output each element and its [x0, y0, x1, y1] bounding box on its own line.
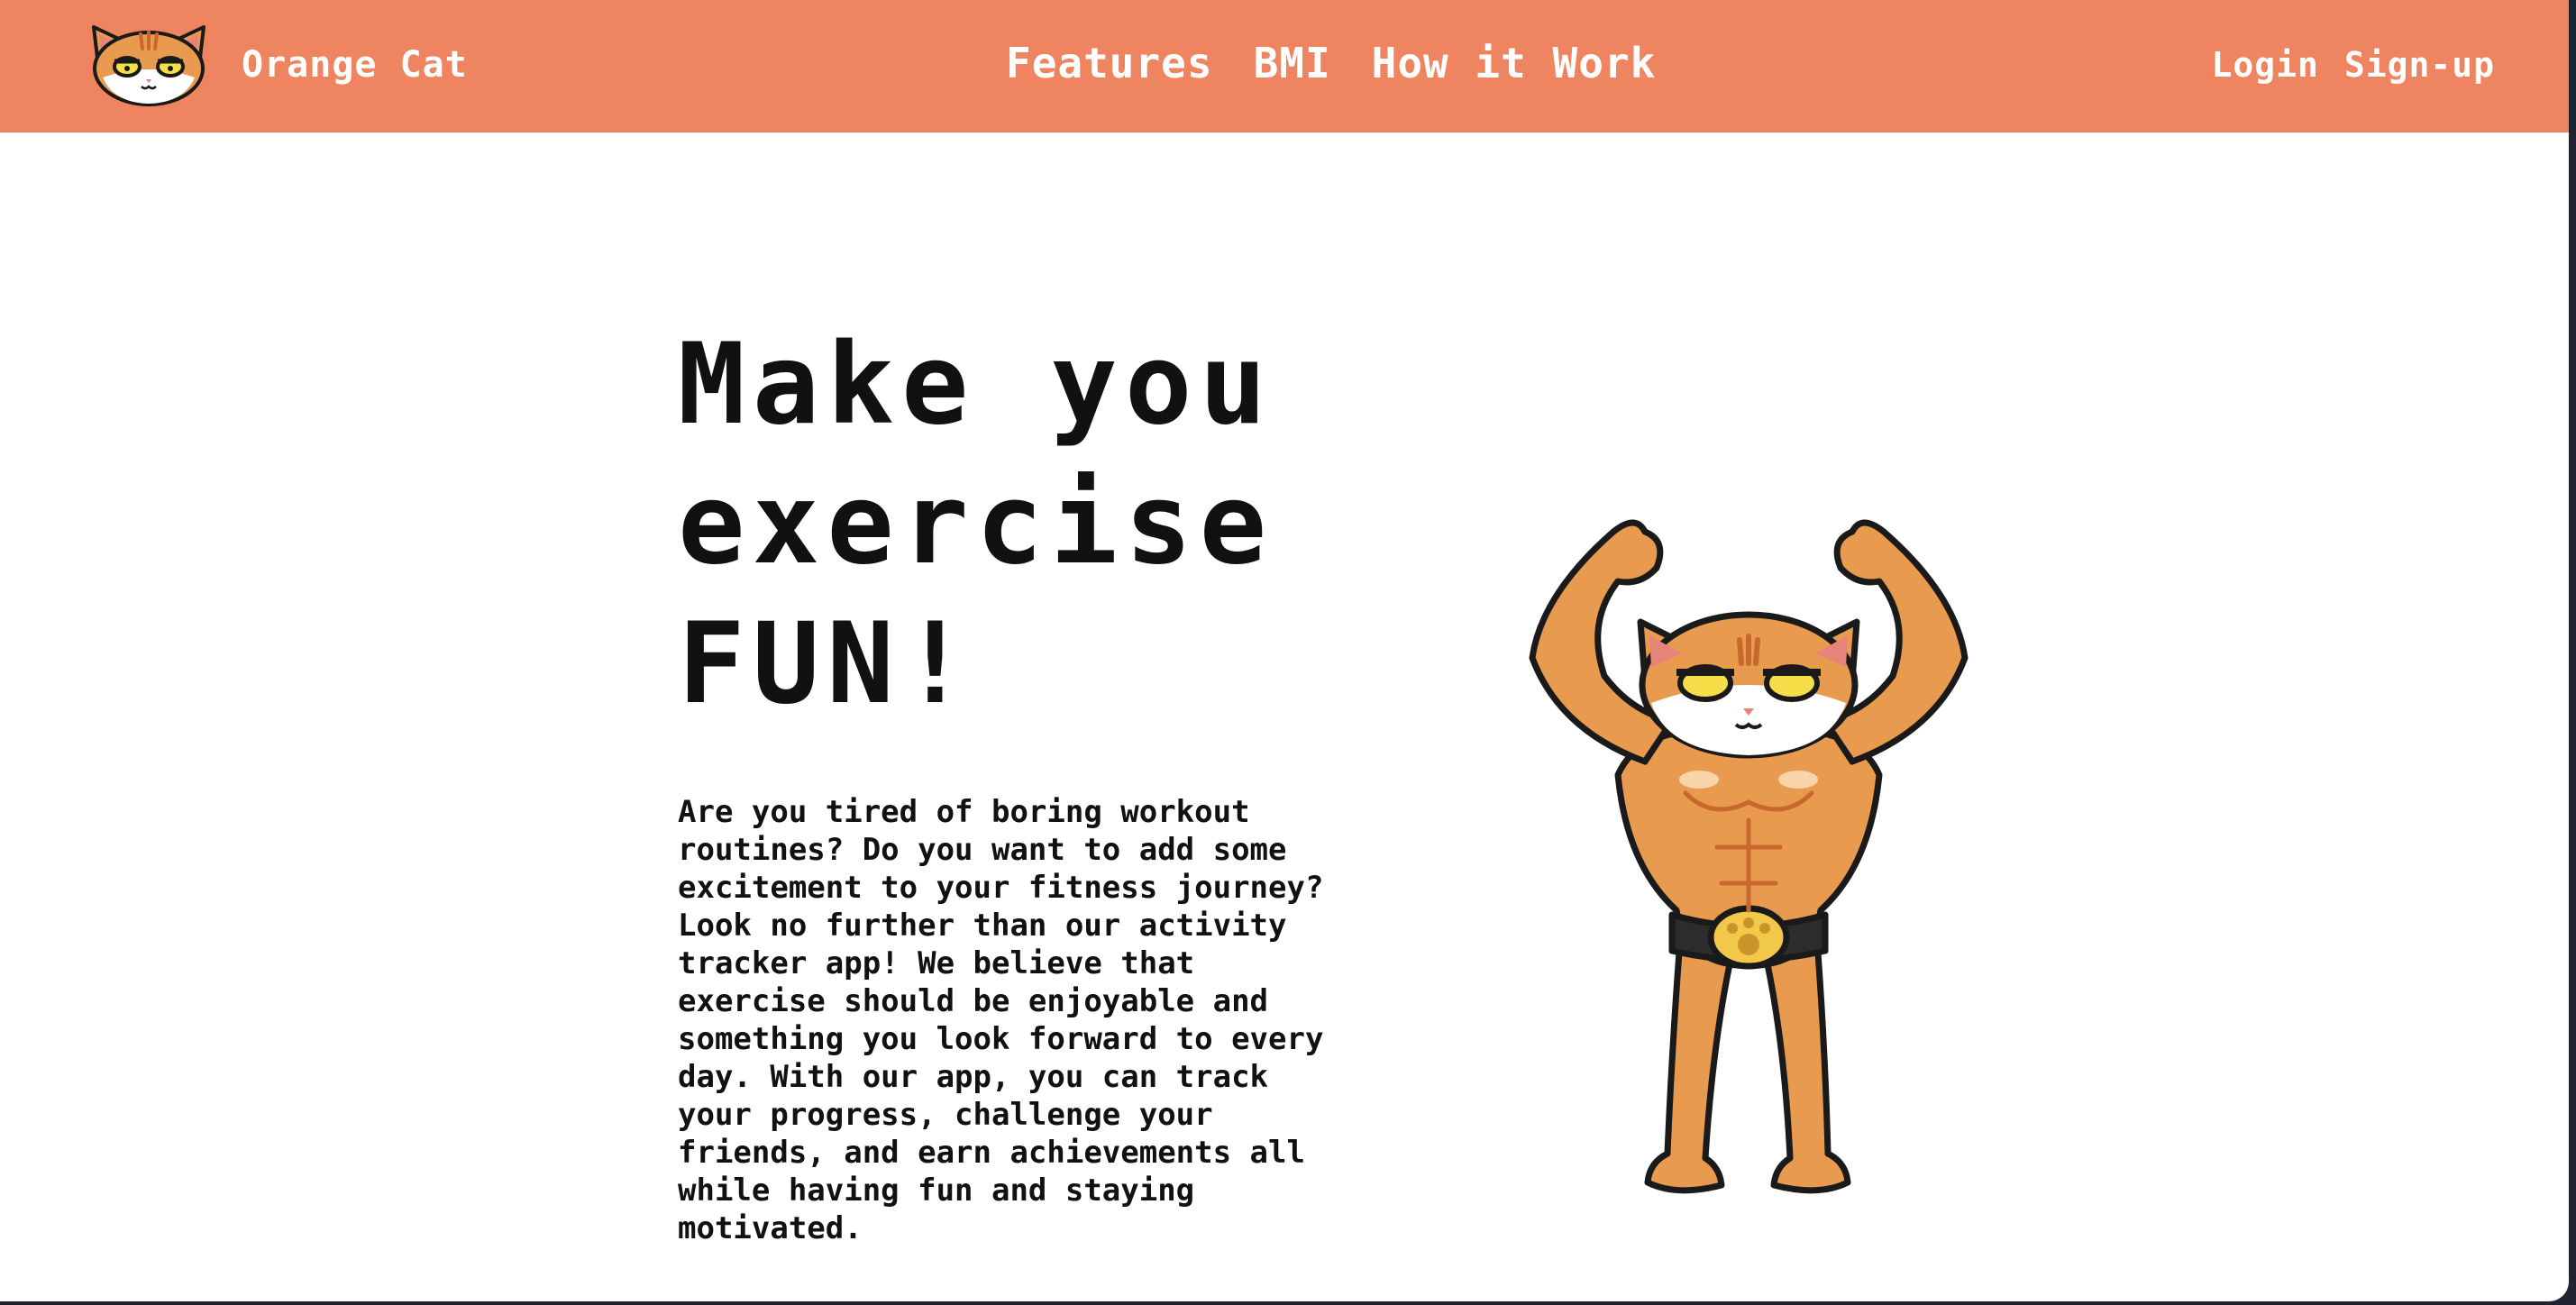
hero-title: Make you exercise FUN! [678, 315, 1309, 735]
cat-face-icon[interactable] [85, 22, 213, 107]
nav-features[interactable]: Features [1006, 36, 1213, 90]
page: Orange Cat Features BMI How it Work Logi… [0, 0, 2569, 1301]
hero-title-line: exercise [678, 460, 1274, 589]
navbar: Orange Cat Features BMI How it Work Logi… [0, 0, 2569, 132]
nav-how-it-work[interactable]: How it Work [1372, 36, 1657, 90]
muscular-cat-illustration [1529, 519, 1969, 1194]
hero-title-line: Make you [678, 320, 1274, 450]
hero-description: Are you tired of boring workout routines… [678, 794, 1324, 1246]
signup-link[interactable]: Sign-up [2344, 40, 2495, 90]
hero-title-line: FUN! [678, 599, 976, 729]
nav-bmi[interactable]: BMI [1254, 36, 1331, 90]
main-nav: Features BMI How it Work [1006, 36, 1656, 90]
login-link[interactable]: Login [2211, 40, 2318, 90]
auth-nav: Login Sign-up [2211, 40, 2495, 90]
brand-name[interactable]: Orange Cat [242, 40, 468, 90]
